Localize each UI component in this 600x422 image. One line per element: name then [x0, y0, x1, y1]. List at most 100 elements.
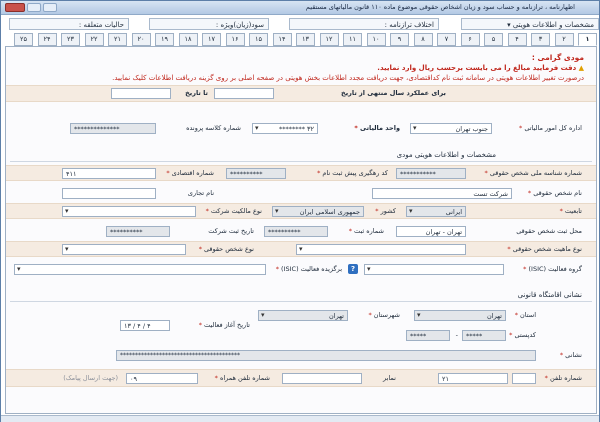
main-activity-select[interactable]: [14, 264, 266, 275]
tab-6[interactable]: ۶: [460, 33, 480, 46]
activity-group-label: گروه فعالیت (ISIC) *: [523, 265, 582, 273]
general-dept-label: اداره کل امور مالیاتی *: [519, 124, 582, 132]
tab-10[interactable]: ۱۰: [366, 33, 386, 46]
registration-no-label: شماره ثبت *: [348, 227, 384, 235]
legal-entity-nature-label: نوع ماهیت شخص حقوقی *: [507, 245, 582, 253]
phone-code-input[interactable]: ۲۱: [438, 373, 508, 384]
tax-unit-label: واحد مالیاتی *: [354, 124, 400, 132]
phone-number-input[interactable]: [512, 373, 536, 384]
tab-25[interactable]: ۲۵: [14, 33, 33, 46]
status-bar: [1, 415, 599, 422]
tab-16[interactable]: ۱۶: [225, 33, 245, 46]
trade-name-label: نام تجاری: [187, 189, 214, 197]
trade-name-input[interactable]: [62, 188, 156, 199]
legal-entity-type-select[interactable]: [62, 244, 186, 255]
identity-panel: مودی گرامی : ▲ دقت فرمایید مبالغ را می ب…: [5, 46, 597, 414]
tab-19[interactable]: ۱۹: [155, 33, 174, 46]
legal-name-label: نام شخص حقوقی *: [527, 189, 582, 197]
close-button[interactable]: [5, 3, 25, 12]
city-select[interactable]: تهران: [258, 310, 348, 321]
tab-14[interactable]: ۱۴: [272, 33, 292, 46]
postal-code-label: کدپستی *: [509, 331, 536, 339]
start-date-input[interactable]: ۱۳ / ۴ / ۴: [120, 320, 170, 331]
registration-place-label: محل ثبت شخص حقوقی: [516, 227, 582, 235]
tab-4[interactable]: ۴: [507, 33, 527, 46]
tab-22[interactable]: ۲۲: [84, 33, 104, 46]
registration-date-input[interactable]: **********: [106, 226, 170, 237]
legal-entity-type-label: نوع شخص حقوقی *: [198, 245, 254, 253]
tab-3[interactable]: ۳: [531, 33, 550, 46]
tab-1[interactable]: ۱: [578, 33, 597, 46]
mobile-input[interactable]: ۰۹: [126, 373, 198, 384]
ownership-type-select[interactable]: [62, 206, 196, 217]
form-tabs: ۱ ۲ ۳ ۴ ۵ ۶ ۷ ۸ ۹ ۱۰ ۱۱ ۱۲ ۱۳ ۱۴ ۱۵ ۱۶ ۱۷ ۱۸ ۱۹ ۲۰ ۲۱ ۲۲ ۲۳ ۲۴ ۲…: [5, 33, 597, 46]
tab-5[interactable]: ۵: [484, 33, 503, 46]
summary-bar: مشخصات و اطلاعات هویتی ▾ اختلاف ترازنامه…: [3, 17, 599, 31]
special-status: حالیات متعلقه :: [9, 18, 129, 30]
maximize-button[interactable]: [27, 3, 41, 12]
phone-label: شماره تلفن *: [544, 374, 582, 382]
title-bar: اظهارنامه ، ترازنامه و حساب سود و زیان ا…: [1, 1, 599, 15]
period-from-input[interactable]: [214, 88, 274, 99]
tab-11[interactable]: ۱۱: [343, 33, 362, 46]
ownership-type-label: نوع مالکیت شرکت *: [205, 207, 262, 215]
tax-unit-select[interactable]: ۳۲ ********: [252, 123, 318, 134]
profit-loss: سود(زیان)ویژه :: [149, 18, 269, 30]
help-icon[interactable]: ?: [348, 264, 358, 274]
minimize-button[interactable]: [43, 3, 57, 12]
country-label: کشور *: [375, 207, 396, 215]
notice-line-2: درصورت تغییر اطلاعات هویتی در سامانه ثبت…: [112, 74, 584, 82]
postal-code-input-2[interactable]: *****: [406, 330, 450, 341]
period-to-label: تا تاریخ: [185, 89, 208, 97]
registration-no-input[interactable]: **********: [264, 226, 328, 237]
national-id-label: شماره شناسه ملی شخص حقوقی *: [484, 169, 583, 177]
tab-17[interactable]: ۱۷: [202, 33, 221, 46]
tab-2[interactable]: ۲: [554, 33, 574, 46]
tab-7[interactable]: ۷: [437, 33, 456, 46]
tracking-code-label: کد رهگیری پیش ثبت نام *: [317, 169, 388, 177]
activity-group-select[interactable]: [364, 264, 504, 275]
app-window: اظهارنامه ، ترازنامه و حساب سود و زیان ا…: [0, 0, 600, 422]
tab-21[interactable]: ۲۱: [108, 33, 127, 46]
address-section-title: نشانی اقامتگاه قانونی: [517, 291, 582, 299]
period-to-input[interactable]: [111, 88, 171, 99]
warning-icon: ▲: [578, 64, 584, 72]
tab-15[interactable]: ۱۵: [249, 33, 268, 46]
mobile-label: شماره تلفن همراه *: [214, 374, 270, 382]
mobile-hint: (جهت ارسال پیامک): [63, 374, 118, 382]
postal-code-input-1[interactable]: *****: [462, 330, 506, 341]
period-label: برای عملکرد سال منتهی از تاریخ: [341, 89, 446, 97]
nationality-select[interactable]: ایرانی: [406, 206, 466, 217]
legal-name-input[interactable]: شرکت تست: [372, 188, 512, 199]
notice-greeting: مودی گرامی :: [531, 53, 584, 62]
economic-code-input[interactable]: ۴۱۱: [62, 168, 156, 179]
file-class-input[interactable]: **************: [70, 123, 156, 134]
tab-23[interactable]: ۲۳: [61, 33, 80, 46]
economic-code-label: شماره اقتصادی *: [166, 169, 214, 177]
start-date-label: تاریخ آغاز فعالیت *: [198, 321, 250, 329]
fax-input[interactable]: [282, 373, 362, 384]
national-id-input[interactable]: ***********: [396, 168, 466, 179]
registration-place-input[interactable]: تهران - تهران: [396, 226, 466, 237]
tab-12[interactable]: ۱۲: [319, 33, 339, 46]
country-select[interactable]: جمهوری اسلامی ایران: [272, 206, 364, 217]
province-select[interactable]: تهران: [414, 310, 506, 321]
file-class-label: شماره کلاسه پرونده: [186, 124, 241, 132]
fax-label: نمابر: [383, 374, 396, 382]
tab-18[interactable]: ۱۸: [178, 33, 198, 46]
tab-13[interactable]: ۱۳: [296, 33, 315, 46]
identity-dropdown[interactable]: مشخصات و اطلاعات هویتی ▾: [461, 18, 599, 30]
general-dept-select[interactable]: جنوب تهران: [410, 123, 492, 134]
identity-section-title: مشخصات و اطلاعات هویتی مودی: [396, 151, 496, 159]
tab-9[interactable]: ۹: [390, 33, 409, 46]
legal-entity-nature-select[interactable]: [296, 244, 466, 255]
tab-24[interactable]: ۲۴: [37, 33, 57, 46]
tab-20[interactable]: ۲۰: [131, 33, 151, 46]
tracking-code-input[interactable]: **********: [226, 168, 286, 179]
address-input[interactable]: ****************************************: [116, 350, 536, 361]
registration-date-label: تاریخ ثبت شرکت: [208, 227, 254, 235]
window-title: اظهارنامه ، ترازنامه و حساب سود و زیان ا…: [305, 3, 575, 11]
declaration-differences: اختلاف ترازنامه :: [289, 18, 439, 30]
notice-line-1: ▲ دقت فرمایید مبالغ را می بایست برحسب ری…: [377, 64, 584, 72]
tab-8[interactable]: ۸: [413, 33, 433, 46]
